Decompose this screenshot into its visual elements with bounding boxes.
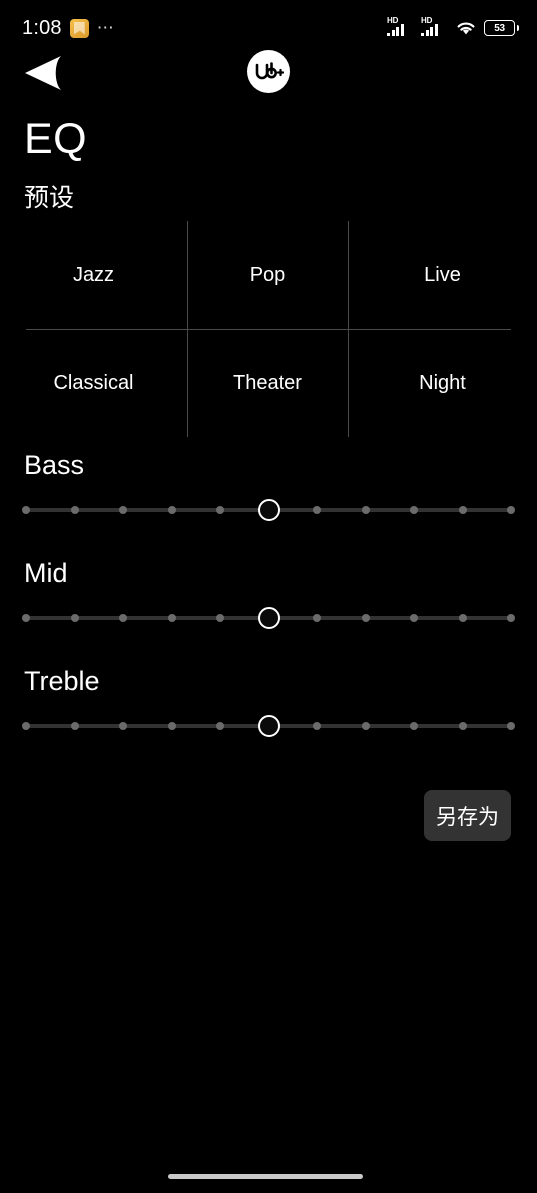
signal-icon-sim1: HD	[387, 16, 414, 39]
home-indicator[interactable]	[168, 1174, 363, 1179]
slider-tick	[119, 614, 127, 622]
slider-tick	[361, 614, 370, 622]
slider-thumb-treble[interactable]	[257, 715, 280, 737]
slider-tick	[458, 506, 467, 514]
slider-tick	[313, 722, 321, 730]
presets-section-label: 预设	[24, 184, 75, 212]
slider-treble[interactable]	[22, 712, 515, 740]
slider-thumb-mid[interactable]	[257, 607, 280, 629]
slider-tick	[313, 614, 321, 622]
signal-bars-sim2	[421, 24, 438, 36]
status-time: 1:08	[22, 16, 62, 39]
slider-tick	[507, 506, 515, 514]
status-overflow-dots: ⋯	[96, 18, 115, 37]
slider-ticks-treble	[22, 712, 515, 740]
status-bar-left: 1:08 ⋯	[22, 17, 115, 40]
slider-tick	[70, 506, 79, 514]
slider-tick	[70, 614, 79, 622]
slider-tick	[313, 506, 321, 514]
status-bar-right: HD HD 53	[387, 16, 519, 39]
slider-tick	[216, 722, 224, 730]
slider-tick	[70, 722, 79, 730]
wifi-icon	[455, 19, 477, 37]
slider-tick	[22, 506, 30, 514]
preset-night[interactable]: Night	[348, 329, 537, 437]
slider-tick	[410, 506, 418, 514]
slider-tick	[216, 506, 224, 514]
slider-tick	[458, 722, 467, 730]
slider-tick	[119, 722, 127, 730]
slider-tick	[167, 722, 176, 730]
slider-label-treble: Treble	[24, 666, 100, 696]
slider-tick	[216, 614, 224, 622]
slider-tick	[361, 506, 370, 514]
battery-cap	[516, 25, 519, 31]
slider-tick	[119, 506, 127, 514]
save-as-button[interactable]: 另存为	[424, 790, 511, 841]
slider-tick	[458, 614, 467, 622]
preset-theater[interactable]: Theater	[187, 329, 348, 437]
preset-grid: Jazz Pop Live Classical Theater Night	[0, 221, 537, 437]
slider-tick	[361, 722, 370, 730]
page-title: EQ	[24, 115, 88, 163]
slider-tick	[507, 614, 515, 622]
ub-plus-logo	[247, 50, 290, 93]
slider-thumb-bass[interactable]	[257, 499, 280, 521]
back-arrow-icon	[24, 55, 62, 91]
preset-classical[interactable]: Classical	[0, 329, 187, 437]
slider-bass[interactable]	[22, 496, 515, 524]
slider-ticks-bass	[22, 496, 515, 524]
preset-live[interactable]: Live	[348, 221, 537, 329]
slider-ticks-mid	[22, 604, 515, 632]
slider-tick	[410, 722, 418, 730]
nav-bar	[0, 45, 537, 100]
slider-mid[interactable]	[22, 604, 515, 632]
signal-bars-sim1	[387, 24, 404, 36]
slider-tick	[167, 506, 176, 514]
signal-icon-sim2: HD	[421, 16, 448, 39]
slider-tick	[507, 722, 515, 730]
notes-app-icon	[69, 18, 89, 38]
slider-label-bass: Bass	[24, 450, 85, 480]
slider-tick	[22, 614, 30, 622]
battery-icon: 53	[484, 20, 519, 36]
battery-level: 53	[494, 22, 505, 34]
slider-tick	[167, 614, 176, 622]
slider-label-mid: Mid	[24, 558, 68, 588]
preset-jazz[interactable]: Jazz	[0, 221, 187, 329]
slider-tick	[410, 614, 418, 622]
back-button[interactable]	[22, 53, 64, 93]
preset-pop[interactable]: Pop	[187, 221, 348, 329]
grid-divider-horizontal	[26, 329, 511, 330]
battery-shell: 53	[484, 20, 515, 36]
slider-tick	[22, 722, 30, 730]
